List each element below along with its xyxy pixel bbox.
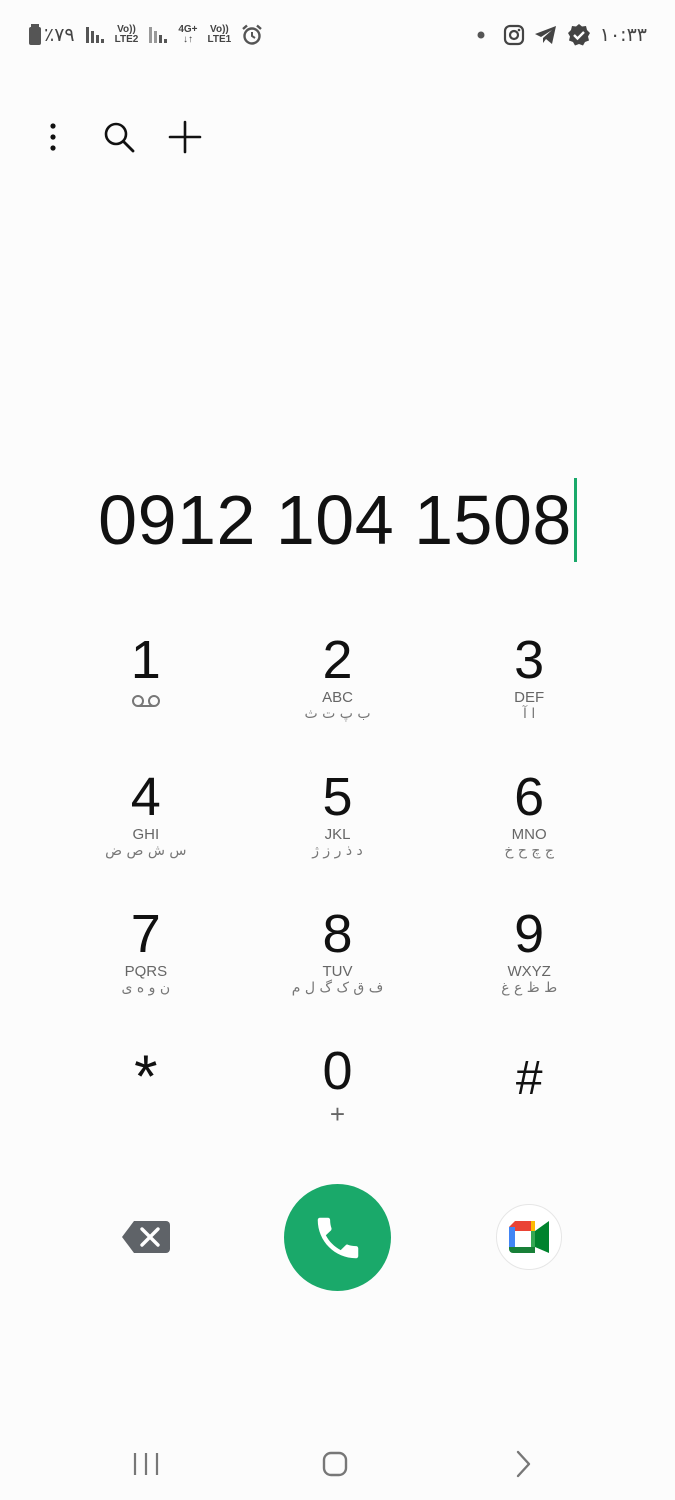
status-bar: ٪۷۹ Vo)) LTE2 4G+ ↓↑ Vo)) LTE1 ۱۰:۳۳ (0, 0, 675, 70)
recent-apps-icon (133, 1453, 159, 1475)
dial-keypad: 1 2 ABC ب پ ت ث 3 DEF ا آ 4 GHI س ش ص ض … (50, 620, 625, 1168)
more-options-icon (50, 123, 56, 151)
key-digit: 8 (322, 904, 353, 964)
key-digit: 9 (514, 904, 545, 964)
key-letters: GHI (132, 826, 160, 843)
key-6[interactable]: 6 MNO ج چ ح خ (433, 757, 625, 894)
key-0[interactable]: 0 + (242, 1031, 434, 1168)
key-plus: + (329, 1099, 346, 1129)
key-3[interactable]: 3 DEF ا آ (433, 620, 625, 757)
sim1-label: Vo)) LTE1 (207, 24, 232, 45)
verified-icon (567, 24, 590, 46)
more-options-button[interactable] (30, 114, 76, 160)
key-persian-letters: ف ق ک گ ل م (291, 980, 384, 996)
key-letters: MNO (511, 826, 547, 843)
dialed-number: 0912 104 1508 (98, 481, 572, 559)
call-actions (0, 1184, 675, 1292)
key-star[interactable]: * (50, 1031, 242, 1168)
key-digit: 7 (130, 904, 161, 964)
key-digit: * (134, 1043, 158, 1110)
text-caret (573, 478, 577, 562)
key-5[interactable]: 5 JKL د ذ ر ز ژ (242, 757, 434, 894)
key-hash[interactable]: # (433, 1031, 625, 1168)
key-letters: TUV (322, 963, 353, 980)
signal-icon (149, 27, 168, 43)
key-persian-letters: ب پ ت ث (304, 706, 371, 722)
key-digit: 6 (514, 767, 545, 827)
number-display[interactable]: 0912 104 1508 (0, 470, 675, 570)
home-button[interactable] (310, 1442, 360, 1486)
key-digit: 2 (322, 630, 353, 690)
search-button[interactable] (96, 114, 142, 160)
key-letters: WXYZ (507, 963, 551, 980)
dialer-toolbar (30, 112, 208, 162)
key-2[interactable]: 2 ABC ب پ ت ث (242, 620, 434, 757)
phone-icon (317, 1217, 358, 1258)
key-digit: 1 (130, 630, 161, 690)
back-icon (516, 1450, 531, 1478)
key-persian-letters: د ذ ر ز ژ (312, 843, 363, 859)
recent-apps-button[interactable] (121, 1442, 171, 1486)
key-persian-letters: ج چ ح خ (504, 843, 554, 859)
signal-icon (85, 27, 104, 43)
alarm-icon (242, 24, 263, 45)
add-contact-button[interactable] (162, 114, 208, 160)
key-7[interactable]: 7 PQRS ن و ه ی (50, 894, 242, 1031)
key-8[interactable]: 8 TUV ف ق ک گ ل م (242, 894, 434, 1031)
key-digit: 5 (322, 767, 353, 827)
status-time: ۱۰:۳۳ (599, 24, 647, 46)
instagram-icon (503, 24, 524, 46)
dot-icon (477, 31, 485, 39)
key-persian-letters: س ش ص ض (105, 843, 187, 859)
battery-percent: ٪۷۹ (44, 24, 75, 46)
backspace-button[interactable] (120, 1218, 172, 1256)
back-button[interactable] (498, 1442, 548, 1486)
call-button[interactable] (284, 1184, 391, 1291)
video-call-button[interactable] (496, 1204, 562, 1270)
key-digit: 0 (322, 1041, 353, 1101)
key-1[interactable]: 1 (50, 620, 242, 757)
telegram-icon (534, 26, 556, 44)
key-persian-letters: ا آ (523, 706, 536, 722)
key-digit: 3 (514, 630, 545, 690)
add-contact-icon (168, 120, 202, 154)
sim2-label: Vo)) LTE2 (114, 24, 139, 45)
key-letters: ABC (322, 689, 353, 706)
key-letters: JKL (324, 826, 351, 843)
system-nav-bar (0, 1430, 675, 1500)
key-4[interactable]: 4 GHI س ش ص ض (50, 757, 242, 894)
backspace-icon (122, 1221, 170, 1253)
key-9[interactable]: 9 WXYZ ط ظ ع غ (433, 894, 625, 1031)
sim1-network-label: 4G+ ↓↑ (178, 24, 198, 45)
key-persian-letters: ن و ه ی (121, 980, 171, 996)
key-letters: DEF (514, 689, 545, 706)
key-digit: 4 (130, 767, 161, 827)
google-meet-icon (509, 1221, 549, 1253)
status-left: ٪۷۹ Vo)) LTE2 4G+ ↓↑ Vo)) LTE1 (28, 20, 263, 50)
voicemail-icon (131, 695, 160, 707)
status-right: ۱۰:۳۳ (476, 20, 647, 50)
key-letters: PQRS (124, 963, 168, 980)
battery-icon (29, 24, 41, 45)
key-persian-letters: ط ظ ع غ (501, 980, 558, 996)
search-icon (104, 122, 135, 153)
key-digit: # (515, 1052, 543, 1105)
home-icon (322, 1451, 348, 1477)
